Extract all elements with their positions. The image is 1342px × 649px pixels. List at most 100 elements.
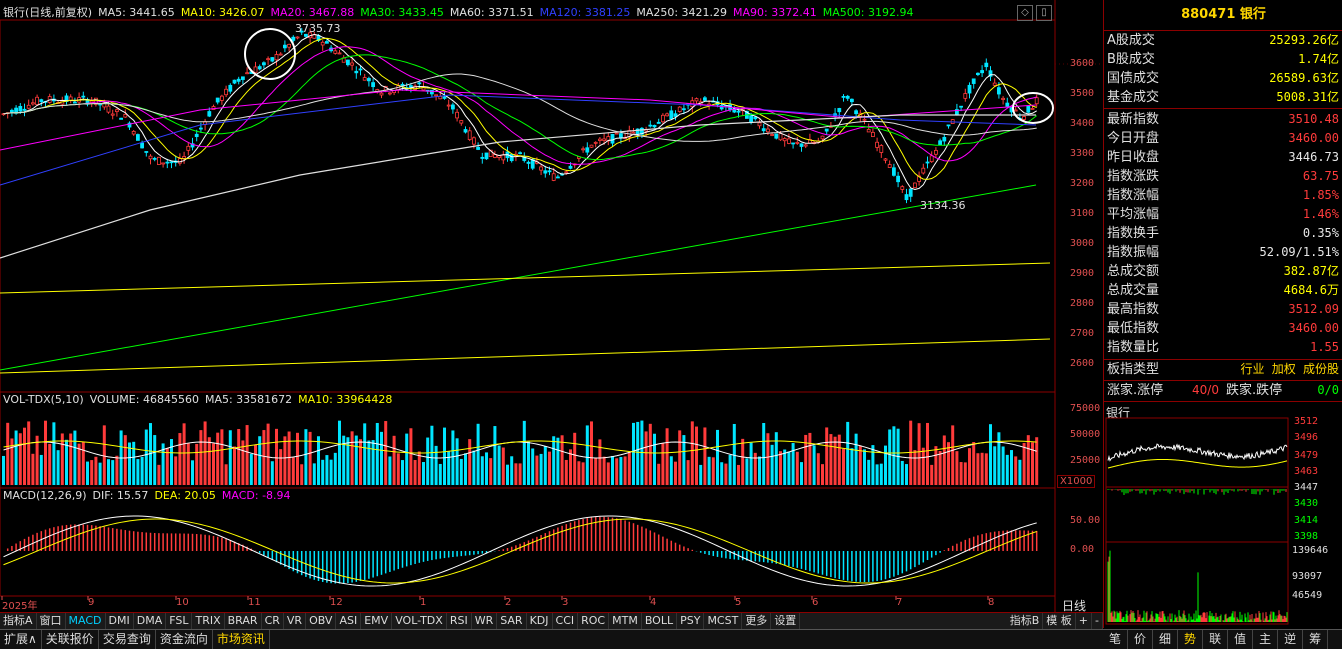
vol-legend-item: MA5: 33581672 — [204, 393, 293, 406]
x-tick-label: 6 — [812, 597, 819, 608]
indicator-tab[interactable]: OBV — [306, 613, 337, 629]
candle-body — [963, 93, 968, 99]
indicator-tab-right[interactable]: 模 板 — [1043, 613, 1076, 629]
ma-legend-item: MA250: 3421.29 — [636, 6, 728, 19]
volume-bar — [392, 435, 396, 485]
volume-bar — [325, 455, 329, 485]
indicator-tab[interactable]: 设置 — [771, 613, 801, 629]
indicator-tab[interactable]: TRIX — [192, 613, 225, 629]
detail-tab[interactable]: 笔 — [1103, 630, 1129, 649]
candle-body — [598, 138, 602, 141]
volume-bar — [585, 425, 589, 485]
kline-chart-canvas[interactable] — [0, 0, 1103, 612]
volume-bar — [863, 449, 866, 485]
volume-bar — [426, 437, 430, 485]
candle-body — [240, 76, 245, 80]
candle-body — [1001, 97, 1005, 100]
indicator-tab[interactable]: ROC — [578, 613, 610, 629]
candle-body — [274, 54, 279, 61]
bottom-tab[interactable]: 市场资讯 — [213, 630, 270, 649]
volume-bar — [770, 444, 774, 485]
indicator-tab[interactable]: BOLL — [642, 613, 678, 629]
candle-body — [753, 116, 758, 120]
candle-body — [967, 84, 972, 94]
candle-body — [1030, 108, 1035, 110]
volume-bar — [686, 460, 690, 485]
indicator-tab[interactable]: FSL — [166, 613, 193, 629]
indicator-tab[interactable]: WR — [472, 613, 498, 629]
candle-body — [900, 186, 905, 190]
volume-bar — [732, 423, 736, 485]
bottom-tab[interactable]: 资金流向 — [156, 630, 213, 649]
ma-line — [3, 33, 1037, 191]
volume-bar — [262, 430, 266, 485]
volume-bar — [833, 436, 837, 485]
volume-bar — [543, 446, 547, 485]
bottom-tab[interactable]: 关联报价 — [42, 630, 99, 649]
volume-bar — [871, 445, 875, 485]
indicator-tab[interactable]: EMV — [361, 613, 393, 629]
indicator-tab[interactable]: DMI — [106, 613, 134, 629]
volume-bar — [947, 442, 950, 485]
indicator-tab-right[interactable]: + — [1076, 613, 1093, 629]
volume-bar — [6, 422, 10, 485]
bottom-tab[interactable]: 扩展∧ — [0, 630, 42, 649]
candle-body — [866, 129, 871, 133]
detail-tab[interactable]: 筹 — [1303, 630, 1329, 649]
volume-bar — [1001, 446, 1005, 485]
volume-bar — [144, 429, 148, 485]
candle-body — [803, 144, 808, 147]
detail-tab[interactable]: 联 — [1203, 630, 1229, 649]
x-tick-label: 11 — [248, 597, 261, 608]
volume-bar — [997, 432, 1001, 485]
indicator-tab[interactable]: 更多 — [742, 613, 772, 629]
indicator-tab[interactable]: PSY — [677, 613, 705, 629]
x-tick-label: 12 — [330, 597, 343, 608]
detail-tab[interactable]: 主 — [1253, 630, 1279, 649]
indicator-tab[interactable]: VOL-TDX — [392, 613, 447, 629]
volume-bar — [409, 428, 413, 485]
volume-bar — [644, 431, 648, 485]
bottom-tab[interactable]: 交易查询 — [99, 630, 156, 649]
bottom-tab-bar: 扩展∧ 关联报价 交易查询 资金流向 市场资讯 笔价细势联值主逆筹 — [0, 629, 1342, 649]
detail-tab[interactable]: 价 — [1128, 630, 1154, 649]
volume-bar — [447, 451, 451, 485]
indicator-tab[interactable]: ASI — [336, 613, 362, 629]
volume-chart-header: VOL-TDX(5,10) VOLUME: 46845560 MA5: 335816… — [3, 393, 1058, 409]
indicator-tab[interactable]: MTM — [609, 613, 642, 629]
candle-body — [879, 145, 884, 153]
detail-tab[interactable]: 逆 — [1278, 630, 1304, 649]
indicator-tab[interactable]: RSI — [447, 613, 472, 629]
detail-tab[interactable]: 势 — [1178, 630, 1204, 649]
indicator-tab[interactable]: 指标A — [0, 613, 37, 629]
volume-bar — [506, 464, 509, 485]
volume-bar — [321, 459, 325, 485]
indicator-tab[interactable]: BRAR — [225, 613, 262, 629]
indicator-tab-right[interactable]: - — [1092, 613, 1103, 629]
restore-icon[interactable]: ▯ — [1036, 5, 1052, 21]
detail-tab[interactable]: 细 — [1153, 630, 1179, 649]
candle-body — [556, 176, 560, 179]
indicator-tab[interactable]: MCST — [704, 613, 743, 629]
volume-bar — [598, 439, 602, 485]
candle-body — [182, 156, 187, 159]
macd-chart-header: MACD(12,26,9) DIF: 15.57 DEA: 20.05 MACD: -… — [3, 489, 1058, 505]
indicator-tab-right[interactable]: 指标B — [1007, 613, 1044, 629]
ma-legend-item: MA90: 3372.41 — [733, 6, 817, 19]
indicator-tab[interactable]: VR — [284, 613, 307, 629]
volume-bar — [279, 449, 283, 485]
candle-body — [971, 78, 976, 84]
indicator-tab[interactable]: CCI — [553, 613, 579, 629]
detail-tab[interactable]: 值 — [1228, 630, 1254, 649]
indicator-tab[interactable]: MACD — [66, 613, 106, 629]
candle-body — [446, 104, 451, 107]
indicator-tab[interactable]: KDJ — [527, 613, 553, 629]
candle-body — [593, 141, 598, 144]
candle-body — [766, 128, 770, 133]
diamond-icon[interactable]: ◇ — [1017, 5, 1033, 21]
ma-legend-item: MA5: 3441.65 — [98, 6, 175, 19]
indicator-tab[interactable]: SAR — [497, 613, 527, 629]
indicator-tab[interactable]: CR — [262, 613, 284, 629]
indicator-tab[interactable]: 窗口 — [37, 613, 66, 629]
indicator-tab[interactable]: DMA — [134, 613, 167, 629]
